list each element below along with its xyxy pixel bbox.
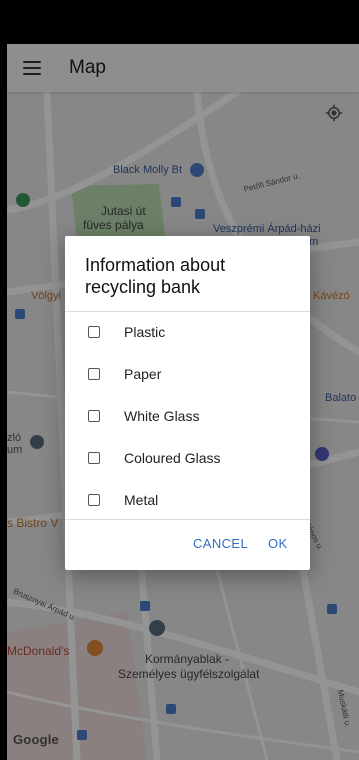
option-label-white-glass: White Glass [124,408,200,424]
recycling-info-dialog: Information about recycling bank Plastic… [65,236,310,570]
option-plastic[interactable]: Plastic [65,312,310,352]
option-label-plastic: Plastic [124,324,166,340]
dialog-bottom-divider [65,519,310,520]
option-paper[interactable]: Paper [65,354,310,394]
phone-screen: Map Black Molly Bt Petőfi Sándor u. Juta… [7,0,359,760]
ok-button[interactable]: OK [268,536,288,551]
dialog-actions: CANCEL OK [65,532,310,560]
option-label-paper: Paper [124,366,162,382]
cancel-button[interactable]: CANCEL [193,536,248,551]
checkbox-coloured-glass[interactable] [88,452,100,464]
dialog-title: Information about recycling bank [85,255,226,297]
option-metal[interactable]: Metal [65,480,310,520]
checkbox-plastic[interactable] [88,326,100,338]
checkbox-paper[interactable] [88,368,100,380]
checkbox-metal[interactable] [88,494,100,506]
option-label-metal: Metal [124,492,159,508]
option-coloured-glass[interactable]: Coloured Glass [65,438,310,478]
option-label-coloured-glass: Coloured Glass [124,450,221,466]
option-white-glass[interactable]: White Glass [65,396,310,436]
checkbox-white-glass[interactable] [88,410,100,422]
